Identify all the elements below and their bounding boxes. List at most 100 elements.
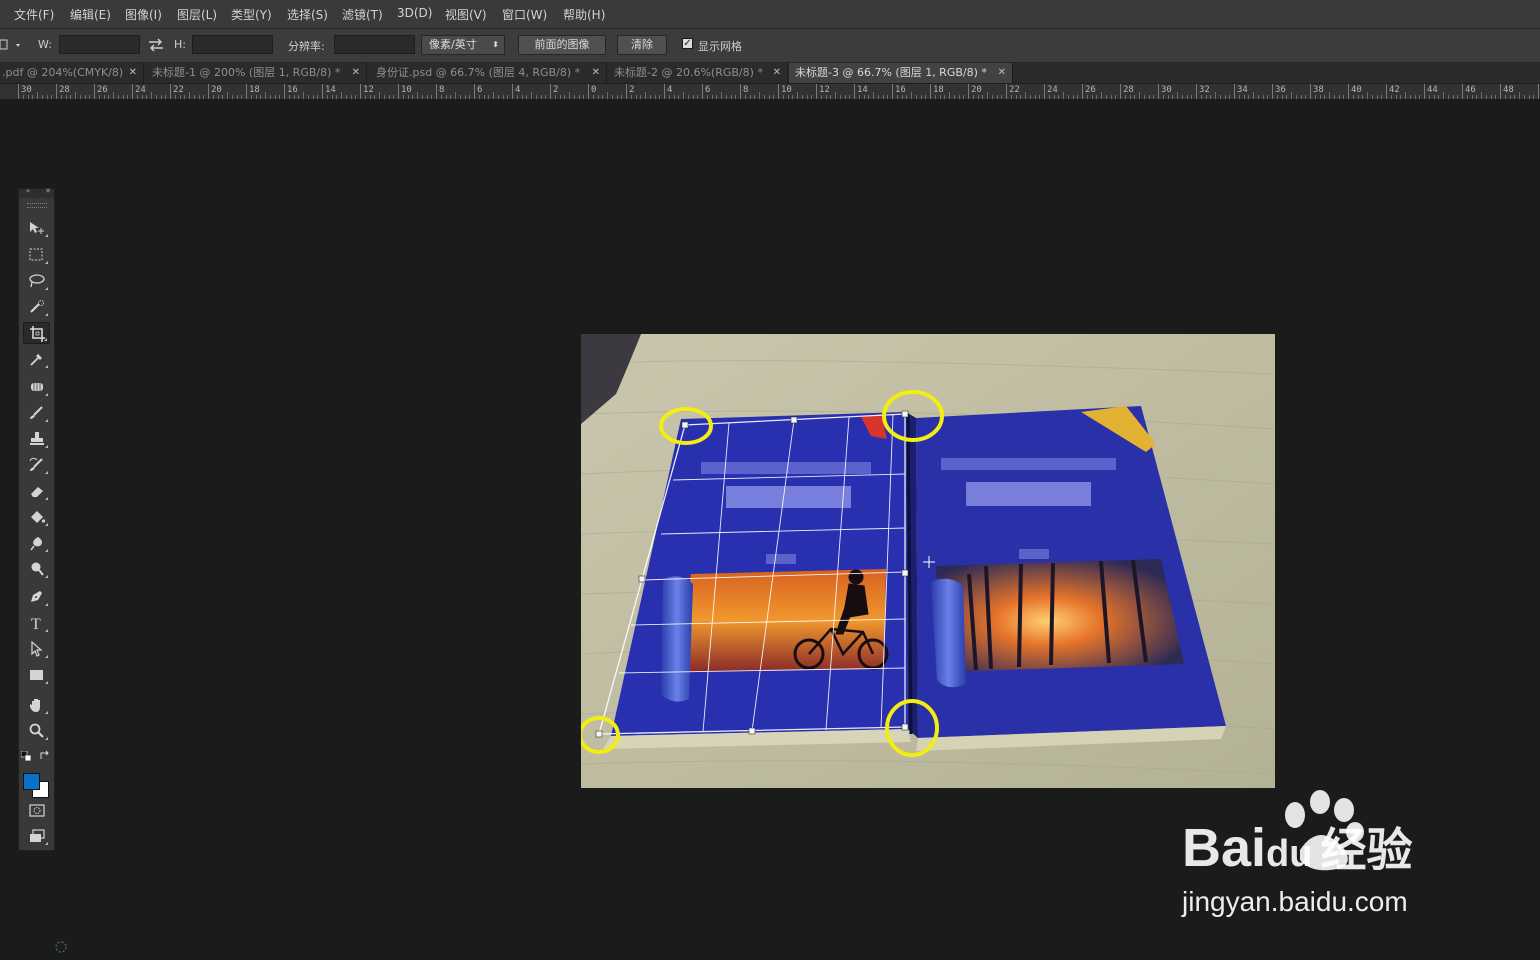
front-image-button[interactable]: 前面的图像	[518, 35, 606, 55]
ruler-minor-tick	[151, 92, 152, 99]
close-icon[interactable]: ✕	[129, 63, 137, 83]
tab-document-5[interactable]: 未标题-3 @ 66.7% (图层 1, RGB/8) * ✕	[789, 63, 1013, 83]
menu-filter[interactable]: 滤镜(T)	[342, 6, 383, 23]
perspective-grid-overlay[interactable]	[581, 334, 1275, 788]
ruler-major-tick	[1500, 84, 1501, 99]
ruler-minor-tick	[1129, 95, 1131, 99]
ruler-label: 22	[1009, 85, 1020, 95]
tab-document-4[interactable]: 未标题-2 @ 20.6%(RGB/8) * ✕	[608, 63, 788, 83]
blur-tool[interactable]	[23, 532, 50, 554]
toolbox-header[interactable]: » ✕	[19, 187, 54, 198]
ruler-minor-tick	[260, 95, 262, 99]
quick-selection-tool[interactable]	[23, 296, 50, 318]
horizontal-ruler[interactable]: 30 28 26 24 22 20 18 16 14 12 10 8 6 4 2 0 2 4 6 8 10 12 14 16 1…	[0, 84, 1540, 100]
ruler-minor-tick	[1048, 95, 1050, 99]
lasso-tool[interactable]	[23, 270, 50, 292]
ruler-minor-tick	[1215, 92, 1216, 99]
select-arrows-icon: ⬍	[492, 40, 499, 49]
width-input[interactable]	[59, 35, 140, 54]
crop-tool[interactable]	[23, 322, 50, 344]
menu-image[interactable]: 图像(I)	[125, 6, 162, 23]
default-colors-icon[interactable]	[20, 747, 33, 766]
path-selection-tool[interactable]	[23, 638, 50, 660]
resolution-input[interactable]	[334, 35, 415, 54]
menu-layer[interactable]: 图层(L)	[177, 6, 217, 23]
ruler-minor-tick	[70, 95, 72, 99]
eraser-tool[interactable]	[23, 480, 50, 502]
ruler-label: 18	[933, 85, 944, 95]
menu-window[interactable]: 窗口(W)	[502, 6, 547, 23]
type-tool[interactable]: T	[23, 612, 50, 634]
marquee-tool[interactable]	[23, 244, 50, 266]
foreground-color-swatch[interactable]	[23, 773, 40, 790]
ruler-minor-tick	[174, 95, 176, 99]
ruler-major-tick	[170, 84, 171, 99]
ruler-major-tick	[474, 84, 475, 99]
ruler-minor-tick	[1191, 95, 1193, 99]
tool-preset-icon[interactable]	[0, 37, 24, 53]
menu-select[interactable]: 选择(S)	[287, 6, 328, 23]
ruler-minor-tick	[569, 92, 570, 99]
ruler-minor-tick	[697, 95, 699, 99]
height-input[interactable]	[192, 35, 273, 54]
unit-select[interactable]: 像素/英寸 ⬍	[421, 35, 505, 55]
clone-stamp-tool[interactable]	[23, 428, 50, 450]
quick-mask-icon	[29, 804, 45, 817]
ruler-minor-tick	[531, 92, 532, 99]
ruler-major-tick	[1348, 84, 1349, 99]
document-canvas[interactable]	[581, 334, 1275, 788]
paint-bucket-tool[interactable]	[23, 506, 50, 528]
zoom-tool[interactable]	[23, 720, 50, 742]
collapse-icon[interactable]: »	[26, 187, 30, 195]
tab-document-2[interactable]: 未标题-1 @ 200% (图层 1, RGB/8) * ✕	[146, 63, 367, 83]
menu-file[interactable]: 文件(F)	[14, 6, 54, 23]
ruler-minor-tick	[963, 95, 965, 99]
tab-document-1[interactable]: .pdf @ 204%(CMYK/8) ✕	[0, 63, 144, 83]
menu-help[interactable]: 帮助(H)	[563, 6, 605, 23]
clear-button[interactable]: 清除	[617, 35, 667, 55]
ruler-minor-tick	[274, 95, 276, 99]
ruler-minor-tick	[326, 95, 328, 99]
swap-colors-icon[interactable]	[39, 746, 51, 765]
toolbox-grip[interactable]	[27, 203, 47, 208]
menu-view[interactable]: 视图(V)	[445, 6, 487, 23]
ruler-label: 28	[59, 85, 70, 95]
close-icon[interactable]: ✕	[998, 63, 1006, 83]
ruler-minor-tick	[103, 95, 105, 99]
rectangle-tool[interactable]	[23, 664, 50, 686]
quick-mask-tool[interactable]	[23, 799, 50, 821]
screen-mode-tool[interactable]	[23, 825, 50, 847]
ruler-minor-tick	[189, 92, 190, 99]
healing-brush-tool[interactable]	[23, 376, 50, 398]
ruler-minor-tick	[673, 95, 675, 99]
menu-3d[interactable]: 3D(D)	[397, 6, 432, 20]
brush-tool[interactable]	[23, 402, 50, 424]
close-icon[interactable]: ✕	[45, 187, 51, 195]
ruler-minor-tick	[303, 92, 304, 99]
close-icon[interactable]: ✕	[773, 63, 781, 83]
swap-icon[interactable]	[148, 37, 164, 56]
menu-bar: 文件(F) 编辑(E) 图像(I) 图层(L) 类型(Y) 选择(S) 滤镜(T…	[0, 0, 1540, 29]
ruler-minor-tick	[754, 95, 756, 99]
move-tool[interactable]	[23, 217, 50, 239]
pen-tool[interactable]	[23, 586, 50, 608]
ruler-minor-tick	[127, 95, 129, 99]
ruler-minor-tick	[768, 95, 770, 99]
ruler-minor-tick	[844, 95, 846, 99]
tab-document-3[interactable]: 身份证.psd @ 66.7% (图层 4, RGB/8) * ✕	[370, 63, 607, 83]
stamp-icon	[30, 432, 44, 445]
history-brush-tool[interactable]	[23, 454, 50, 476]
close-icon[interactable]: ✕	[352, 63, 360, 83]
show-grid-checkbox[interactable]: ✓	[682, 38, 693, 49]
ruler-minor-tick	[1034, 95, 1036, 99]
menu-type[interactable]: 类型(Y)	[231, 6, 272, 23]
ruler-major-tick	[968, 84, 969, 99]
ruler-label: 20	[971, 85, 982, 95]
ruler-minor-tick	[160, 95, 162, 99]
close-icon[interactable]: ✕	[592, 63, 600, 83]
eyedropper-tool[interactable]	[23, 348, 50, 370]
spinner-icon	[52, 938, 72, 960]
menu-edit[interactable]: 编辑(E)	[70, 6, 111, 23]
dodge-tool[interactable]	[23, 558, 50, 580]
hand-tool[interactable]	[23, 694, 50, 716]
